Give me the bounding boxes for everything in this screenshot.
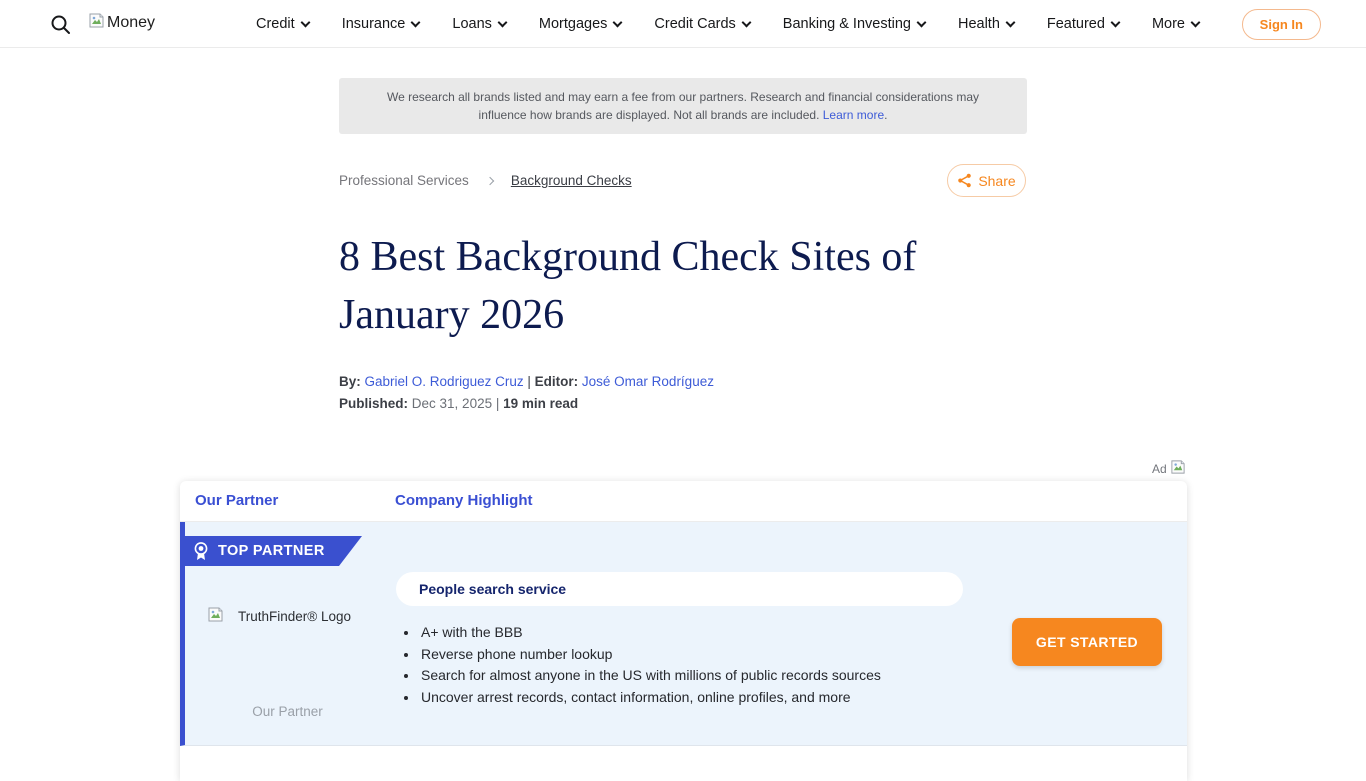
bullet-item: A+ with the BBB: [419, 622, 881, 644]
broken-image-icon: [1170, 459, 1186, 478]
highlight-bullet-list: A+ with the BBB Reverse phone number loo…: [419, 622, 881, 708]
nav-item-loans[interactable]: Loans: [452, 16, 506, 32]
sign-in-button[interactable]: Sign In: [1242, 9, 1321, 40]
broken-image-icon: [88, 12, 105, 34]
our-partner-caption: Our Partner: [185, 704, 390, 719]
col-company-highlight: Company Highlight: [395, 492, 533, 509]
nav-item-health[interactable]: Health: [958, 16, 1014, 32]
logo-alt-text: TruthFinder® Logo: [238, 609, 351, 624]
breadcrumb-chevron-icon: [486, 176, 494, 184]
partner-logo-cell: TruthFinder® Logo Our Partner: [185, 522, 390, 745]
disclaimer-text: We research all brands listed and may ea…: [387, 90, 979, 122]
search-icon[interactable]: [50, 14, 72, 36]
learn-more-link[interactable]: Learn more: [823, 108, 884, 122]
chevron-down-icon: [1110, 17, 1120, 27]
nav-item-credit-cards[interactable]: Credit Cards: [654, 16, 749, 32]
nav-item-featured[interactable]: Featured: [1047, 16, 1119, 32]
editor-link[interactable]: José Omar Rodríguez: [582, 374, 714, 389]
service-category-pill: People search service: [396, 572, 963, 606]
author-link[interactable]: Gabriel O. Rodriguez Cruz: [365, 374, 524, 389]
nav-item-mortgages[interactable]: Mortgages: [539, 16, 622, 32]
breadcrumb: Professional Services Background Checks: [339, 173, 632, 188]
top-nav-bar: Money Credit Insurance Loans Mortgages C…: [0, 0, 1366, 48]
breadcrumb-parent[interactable]: Professional Services: [339, 173, 469, 188]
logo-text: Money: [107, 14, 155, 32]
share-icon: [957, 173, 972, 188]
chevron-down-icon: [497, 17, 507, 27]
chevron-down-icon: [741, 17, 751, 27]
next-partner-row: [180, 746, 1187, 780]
chevron-down-icon: [411, 17, 421, 27]
partner-comparison-card: Our Partner Company Highlight TOP PARTNE…: [180, 481, 1187, 781]
share-label: Share: [978, 173, 1015, 189]
card-header-row: Our Partner Company Highlight: [180, 481, 1187, 522]
page-title: 8 Best Background Check Sites of January…: [339, 228, 1031, 344]
chevron-down-icon: [1191, 17, 1201, 27]
nav-item-banking-investing[interactable]: Banking & Investing: [783, 16, 925, 32]
get-started-button[interactable]: GET STARTED: [1012, 618, 1162, 666]
bullet-item: Search for almost anyone in the US with …: [419, 665, 881, 687]
nav-item-more[interactable]: More: [1152, 16, 1199, 32]
bullet-item: Reverse phone number lookup: [419, 644, 881, 666]
breadcrumb-current[interactable]: Background Checks: [511, 173, 632, 188]
bullet-item: Uncover arrest records, contact informat…: [419, 687, 881, 709]
nav-item-insurance[interactable]: Insurance: [342, 16, 420, 32]
col-our-partner: Our Partner: [195, 492, 278, 509]
top-partner-row[interactable]: TOP PARTNER TruthFinder® Logo Our Partne…: [180, 522, 1187, 746]
broken-image-icon: [207, 606, 224, 626]
ad-label: Ad: [1152, 462, 1167, 476]
money-logo[interactable]: Money: [88, 12, 155, 34]
truthfinder-logo[interactable]: TruthFinder® Logo: [207, 606, 351, 626]
primary-nav: Credit Insurance Loans Mortgages Credit …: [256, 0, 1199, 48]
affiliate-disclaimer: We research all brands listed and may ea…: [339, 78, 1027, 134]
chevron-down-icon: [613, 17, 623, 27]
byline: By: Gabriel O. Rodriguez Cruz | Editor: …: [339, 374, 714, 389]
nav-item-credit[interactable]: Credit: [256, 16, 309, 32]
published-line: Published: Dec 31, 2025 | 19 min read: [339, 396, 578, 411]
chevron-down-icon: [917, 17, 927, 27]
ad-disclosure: Ad: [1152, 459, 1186, 478]
chevron-down-icon: [1005, 17, 1015, 27]
chevron-down-icon: [300, 17, 310, 27]
share-button[interactable]: Share: [947, 164, 1026, 197]
